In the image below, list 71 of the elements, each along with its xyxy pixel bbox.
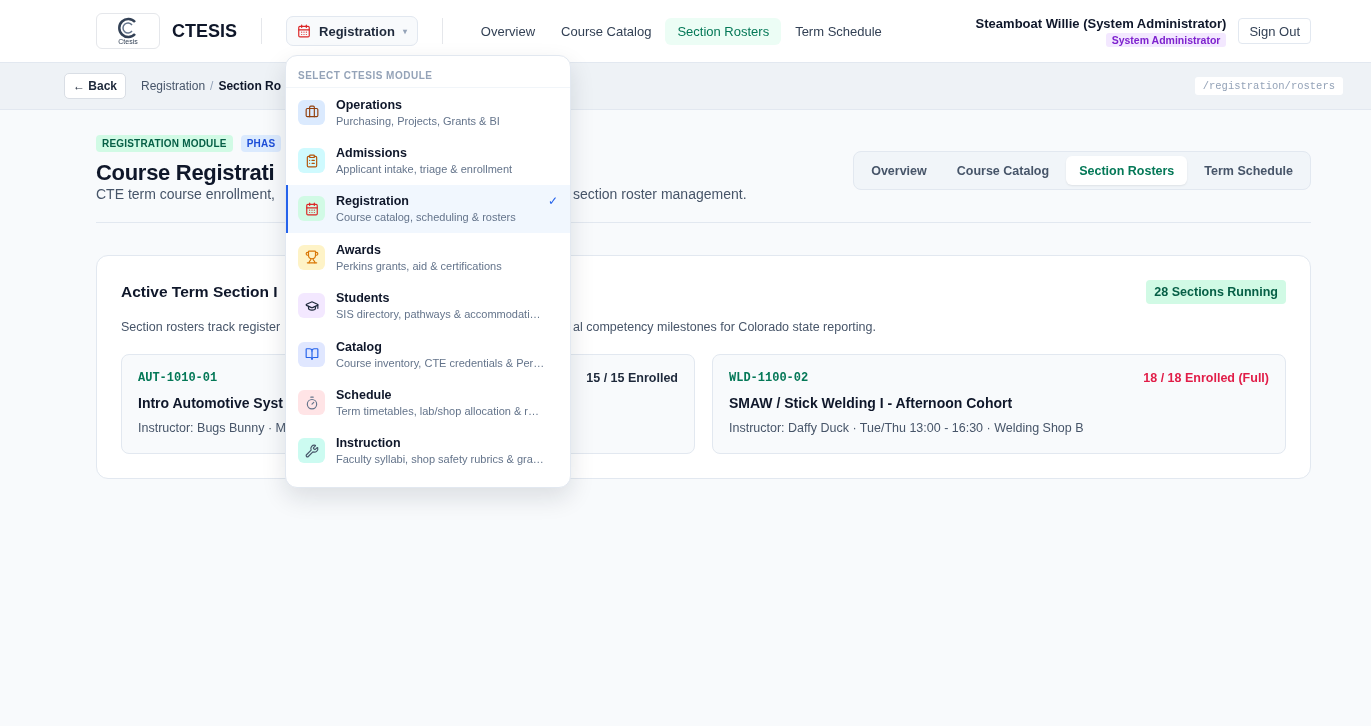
briefcase-icon (304, 105, 319, 120)
nav-link[interactable]: Term Schedule (783, 17, 894, 45)
menu-item[interactable]: Registration Course catalog, scheduling & rosters ✓ (286, 184, 570, 234)
section-code: WLD-1100-02 (729, 371, 809, 385)
module-badge: PHAS (240, 135, 282, 152)
nav-link[interactable]: Course Catalog (549, 17, 664, 45)
stopwatch-icon (304, 395, 319, 410)
module-button[interactable]: Registration ▾ (286, 16, 418, 46)
breadcrumb-item: Section Ro (218, 79, 282, 93)
panel-title: Active Term Section I (121, 283, 278, 301)
wrench-icon (304, 443, 319, 458)
panel-description: al competency milestones for Colorado state reporting. (573, 320, 876, 334)
module-name: Schedule (336, 388, 393, 403)
menu-item[interactable]: Awards Perkins grants, aid & certifications (286, 233, 570, 282)
breadcrumb-separator: / (210, 79, 214, 93)
check-icon: ✓ (548, 193, 558, 208)
module-description: Applicant intake, triage & enrollment (336, 163, 514, 176)
module-description: Perkins grants, aid & certifications (336, 259, 503, 272)
menu-item[interactable]: Schedule Term timetables, lab/shop allocation & r… (286, 378, 570, 427)
graduation-cap-icon (304, 298, 319, 313)
module-badge: REGISTRATION MODULE (96, 135, 233, 152)
tab[interactable]: Term Schedule (1191, 156, 1306, 185)
count-badge: 28 Sections Running (1146, 280, 1286, 304)
section-title: Intro Automotive Syst (138, 395, 283, 411)
sign-out-button[interactable]: Sign Out (1238, 18, 1311, 44)
module-description: Term timetables, lab/shop allocation & r… (336, 405, 540, 418)
menu-item[interactable]: Operations Purchasing, Projects, Grants & BI (286, 88, 570, 137)
section-meta: Instructor: Bugs Bunny · M (138, 421, 287, 435)
trophy-icon (304, 250, 319, 265)
calendar-icon (304, 201, 319, 216)
user-name: Steamboat Willie (System Administrator) (975, 15, 1227, 31)
section-title: SMAW / Stick Welding I - Afternoon Cohort (729, 395, 1013, 411)
calendar-icon (297, 24, 311, 38)
role-badge: System Administrator (1105, 32, 1227, 47)
module-description: Course catalog, scheduling & rosters (336, 211, 517, 224)
back-button[interactable]: ← Back (64, 73, 127, 99)
nav-link[interactable]: Section Rosters (665, 17, 782, 45)
module-name: Registration (336, 194, 410, 209)
section-card[interactable]: WLD-1100-02 18 / 18 Enrolled (Full) SMAW / Stick Welding I - Afternoon Cohort Instructor: Daffy Duck · Tue/Thu 13:00 - 16:30 · Welding Shop B (712, 354, 1286, 454)
tab[interactable]: Section Rosters (1066, 156, 1188, 185)
book-icon (304, 347, 319, 362)
enrollment-status: 18 / 18 Enrolled (Full) (1143, 371, 1269, 385)
route-path: /registration/rosters (1194, 77, 1343, 95)
brand-name: CTESIS (172, 20, 237, 42)
tab[interactable]: Overview (858, 156, 940, 185)
module-name: Instruction (336, 436, 402, 451)
module-name: Operations (336, 97, 403, 112)
module-name: Awards (336, 242, 382, 257)
menu-item[interactable]: Admissions Applicant intake, triage & enrollment (286, 136, 570, 185)
logo-icon (117, 17, 139, 39)
module-name: Students (336, 291, 391, 306)
menu-item[interactable]: Catalog Course inventory, CTE credentials & Per… (286, 329, 570, 379)
module-description: Purchasing, Projects, Grants & BI (336, 114, 501, 127)
tab[interactable]: Course Catalog (943, 156, 1063, 185)
enrollment-status: 15 / 15 Enrolled (586, 371, 678, 385)
panel-description: Section rosters track register (121, 320, 281, 334)
module-name: Admissions (336, 146, 408, 161)
page-subtitle: CTE term course enrollment, (96, 186, 275, 202)
module-description: SIS directory, pathways & accommodati… (336, 308, 542, 321)
module-description: Course inventory, CTE credentials & Per… (336, 356, 546, 369)
module-description: Faculty syllabi, shop safety rubrics & gra… (336, 453, 545, 466)
page-subtitle: section roster management. (573, 186, 747, 202)
section-code: AUT-1010-01 (138, 371, 218, 385)
menu-item[interactable]: Students SIS directory, pathways & accommodati… (286, 281, 570, 330)
clipboard-icon (304, 153, 319, 168)
breadcrumb-item[interactable]: Registration (141, 79, 206, 93)
menu-item[interactable]: Instruction Faculty syllabi, shop safety rubrics & gra… (286, 426, 570, 476)
section-meta: Instructor: Daffy Duck · Tue/Thu 13:00 - 16:30 · Welding Shop B (729, 421, 1085, 435)
page-title: Course Registrati (96, 160, 275, 186)
nav-link[interactable]: Overview (468, 17, 548, 45)
module-name: Catalog (336, 339, 383, 354)
